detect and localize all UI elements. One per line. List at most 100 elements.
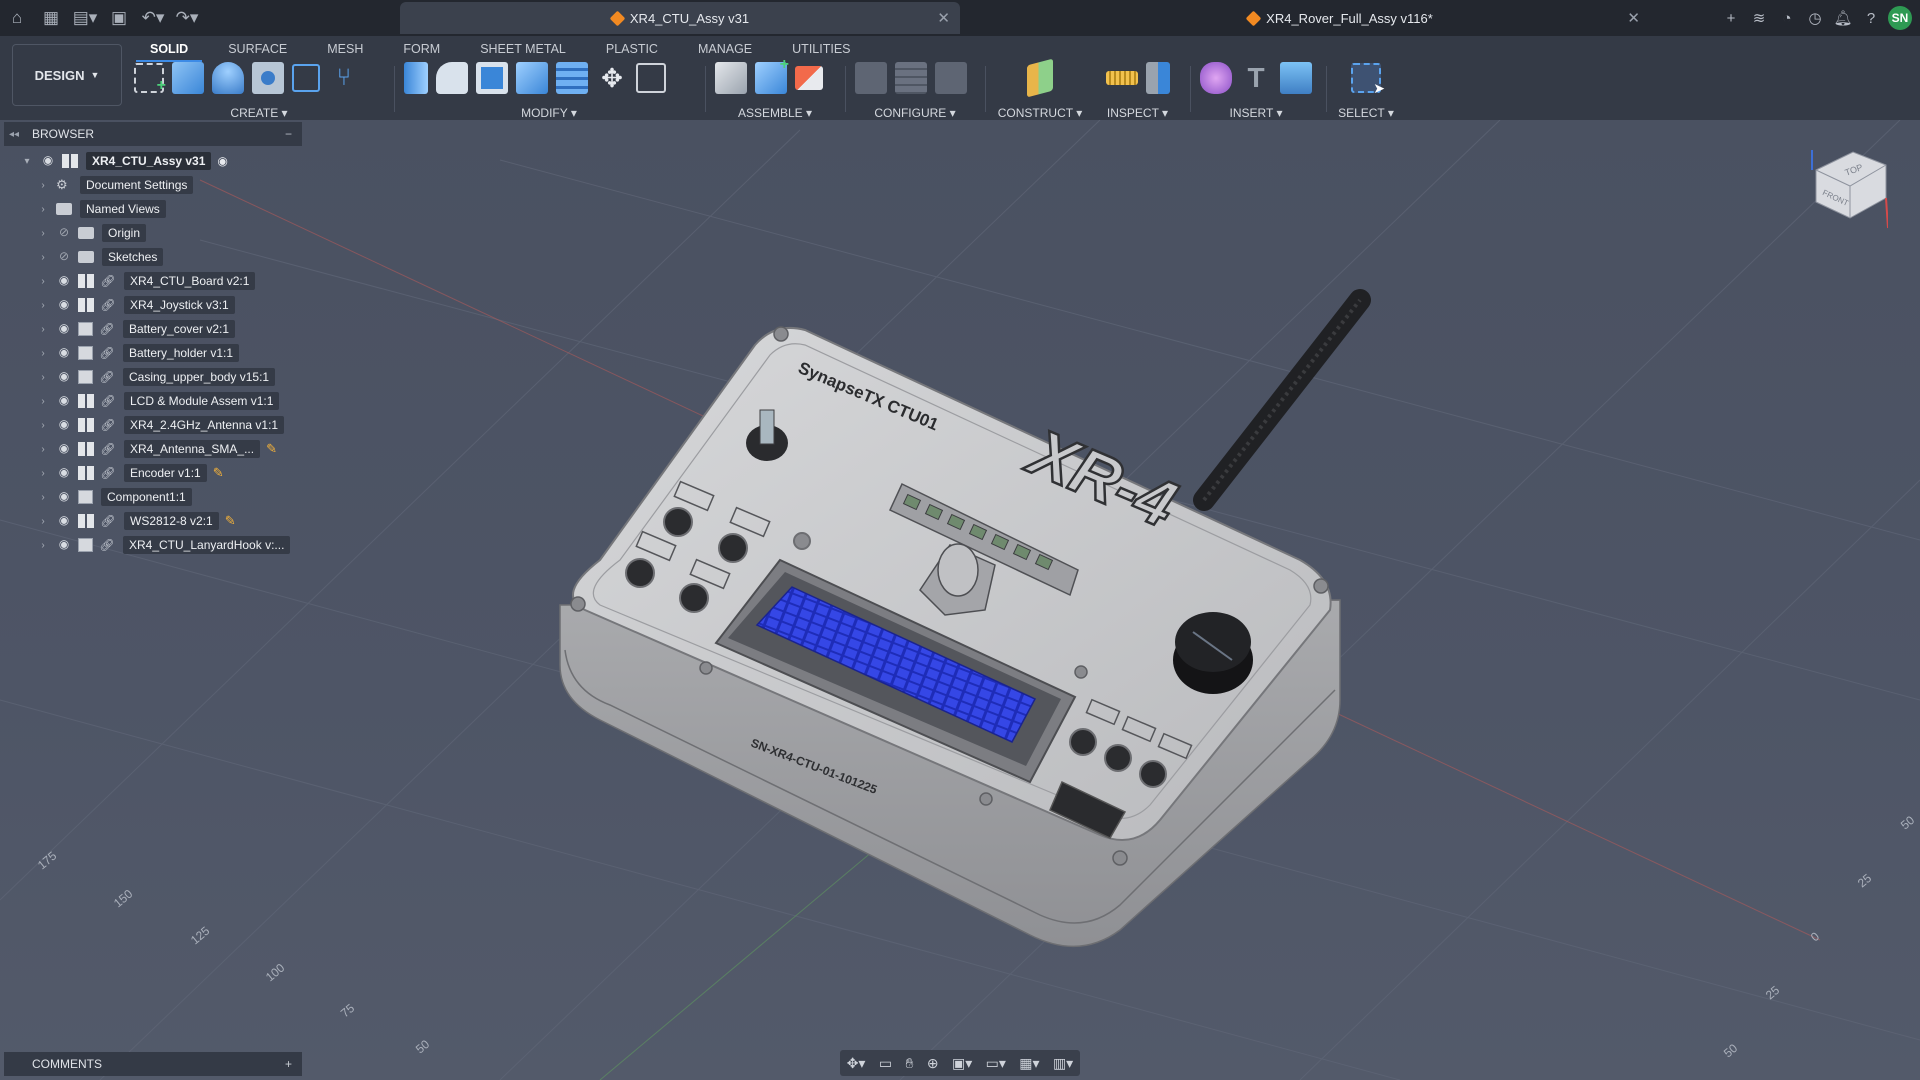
- eye-icon[interactable]: ◉: [40, 153, 56, 169]
- avatar[interactable]: SN: [1888, 6, 1912, 30]
- tree-item[interactable]: › ◉ 🔗︎ Casing_upper_body v15:1: [36, 366, 276, 388]
- new-tab-icon[interactable]: +: [1720, 10, 1742, 27]
- tree-item[interactable]: › ◉ 🔗︎ WS2812-8 v2:1 ✎: [36, 510, 236, 532]
- redo-icon[interactable]: ↷▾: [170, 0, 204, 36]
- comments-panel[interactable]: COMMENTS +: [4, 1052, 302, 1076]
- grid-settings-icon[interactable]: ▦▾: [1019, 1055, 1039, 1072]
- chevron-right-icon[interactable]: ›: [36, 276, 50, 287]
- insert-text-icon[interactable]: T: [1240, 62, 1272, 94]
- tab-manage[interactable]: MANAGE: [684, 36, 766, 60]
- chevron-right-icon[interactable]: ›: [36, 468, 50, 479]
- edit-pencil-icon[interactable]: ✎: [266, 441, 277, 457]
- rectangular-pattern-icon[interactable]: [292, 64, 320, 92]
- group-label-create[interactable]: CREATE ▾: [134, 106, 384, 120]
- tab-mesh[interactable]: MESH: [313, 36, 377, 60]
- configuration-table-icon[interactable]: [895, 62, 927, 94]
- group-label-modify[interactable]: MODIFY ▾: [404, 106, 694, 120]
- undo-icon[interactable]: ↶▾: [136, 0, 170, 36]
- fit-icon[interactable]: ▣▾: [952, 1055, 972, 1072]
- notifications-icon[interactable]: 🔔︎: [1832, 9, 1854, 27]
- tree-item[interactable]: › ◉ 🔗︎ XR4_Joystick v3:1: [36, 294, 235, 316]
- chevron-right-icon[interactable]: ›: [36, 228, 50, 239]
- section-analysis-icon[interactable]: [1145, 62, 1170, 94]
- new-component-icon[interactable]: [715, 62, 747, 94]
- eye-icon[interactable]: ◉: [56, 537, 72, 553]
- close-icon[interactable]: ✕: [937, 9, 950, 27]
- revolve-icon[interactable]: [212, 62, 244, 94]
- eye-icon[interactable]: ◉: [56, 465, 72, 481]
- tree-item[interactable]: › ◉ 🔗︎ XR4_CTU_LanyardHook v:...: [36, 534, 291, 556]
- as-built-joint-icon[interactable]: [795, 66, 823, 90]
- tree-item[interactable]: › Named Views: [36, 198, 166, 220]
- tree-item[interactable]: › ◉ 🔗︎ Battery_holder v1:1: [36, 342, 240, 364]
- chevron-right-icon[interactable]: ›: [36, 444, 50, 455]
- chevron-right-icon[interactable]: ›: [36, 180, 50, 191]
- orbit-icon[interactable]: ✥▾: [847, 1055, 866, 1072]
- chevron-right-icon[interactable]: ›: [36, 540, 50, 551]
- chevron-right-icon[interactable]: ›: [36, 204, 50, 215]
- close-icon[interactable]: ✕: [1627, 9, 1640, 27]
- chevron-right-icon[interactable]: ›: [36, 324, 50, 335]
- antenna[interactable]: [1193, 289, 1371, 511]
- tab-utilities[interactable]: UTILITIES: [778, 36, 864, 60]
- chevron-right-icon[interactable]: ›: [36, 420, 50, 431]
- file-menu-icon[interactable]: ▤▾: [68, 0, 102, 36]
- press-pull-icon[interactable]: [404, 62, 428, 94]
- document-tab-active[interactable]: XR4_CTU_Assy v31 ✕: [400, 2, 960, 34]
- view-cube[interactable]: TOP FRONT: [1808, 140, 1888, 230]
- create-form-icon[interactable]: ⑂: [328, 62, 360, 94]
- extrude-icon[interactable]: [172, 62, 204, 94]
- minimize-icon[interactable]: −: [285, 127, 292, 141]
- group-label-configure[interactable]: CONFIGURE ▾: [855, 106, 975, 120]
- display-settings-icon[interactable]: ▭▾: [986, 1055, 1006, 1072]
- apps-grid-icon[interactable]: ▦: [34, 0, 68, 36]
- offset-plane-icon[interactable]: [1027, 58, 1053, 98]
- combine-icon[interactable]: [516, 62, 548, 94]
- offset-face-icon[interactable]: [556, 62, 588, 94]
- save-icon[interactable]: ▣: [102, 0, 136, 36]
- data-panel-icon[interactable]: ≋: [1748, 9, 1770, 27]
- tree-item[interactable]: › ◉ 🔗︎ XR4_2.4GHz_Antenna v1:1: [36, 414, 285, 436]
- create-sketch-icon[interactable]: +: [134, 63, 166, 94]
- tab-sheet-metal[interactable]: SHEET METAL: [466, 36, 580, 60]
- group-label-select[interactable]: SELECT ▾: [1336, 106, 1396, 120]
- insert-canvas-icon[interactable]: [1280, 62, 1312, 94]
- hole-icon[interactable]: [252, 62, 284, 94]
- fillet-icon[interactable]: [436, 62, 468, 94]
- pan-icon[interactable]: ✋︎: [905, 1055, 913, 1072]
- joint-icon[interactable]: +: [755, 56, 789, 94]
- configuration-rule-icon[interactable]: [935, 62, 967, 94]
- window-select-icon[interactable]: ➤: [1351, 63, 1385, 96]
- add-comment-icon[interactable]: +: [285, 1057, 292, 1071]
- chevron-right-icon[interactable]: ›: [36, 396, 50, 407]
- group-label-inspect[interactable]: INSPECT ▾: [1095, 106, 1180, 120]
- configure-design-icon[interactable]: [855, 62, 887, 94]
- eye-icon[interactable]: ◉: [56, 321, 72, 337]
- tree-item[interactable]: › ◉ 🔗︎ Encoder v1:1 ✎: [36, 462, 224, 484]
- edit-pencil-icon[interactable]: ✎: [225, 513, 236, 529]
- chevron-down-icon[interactable]: ▾: [20, 156, 34, 167]
- extensions-icon[interactable]: ◔: [1776, 10, 1798, 27]
- tree-item[interactable]: › ◉ 🔗︎ XR4_Antenna_SMA_... ✎: [36, 438, 277, 460]
- chevron-right-icon[interactable]: ›: [36, 372, 50, 383]
- eye-icon[interactable]: ◉: [56, 441, 72, 457]
- help-icon[interactable]: ?: [1860, 10, 1882, 27]
- eye-icon[interactable]: ◉: [56, 489, 72, 505]
- move-copy-icon[interactable]: ✥: [596, 62, 628, 94]
- tab-plastic[interactable]: PLASTIC: [592, 36, 672, 60]
- viewports-icon[interactable]: ▥▾: [1053, 1055, 1073, 1072]
- tree-item[interactable]: › ⊘ Sketches: [36, 246, 164, 268]
- encoder-knob[interactable]: [1173, 612, 1253, 694]
- group-label-insert[interactable]: INSERT ▾: [1196, 106, 1316, 120]
- eye-icon[interactable]: ◉: [56, 297, 72, 313]
- active-marker-icon[interactable]: ◉: [217, 154, 227, 168]
- job-status-icon[interactable]: ◷: [1804, 9, 1826, 27]
- eye-icon[interactable]: ◉: [56, 369, 72, 385]
- tree-item[interactable]: › ◉ 🔗︎ XR4_CTU_Board v2:1: [36, 270, 256, 292]
- eye-icon[interactable]: ◉: [56, 393, 72, 409]
- chevron-right-icon[interactable]: ›: [36, 348, 50, 359]
- eye-hidden-icon[interactable]: ⊘: [56, 249, 72, 265]
- align-icon[interactable]: [636, 63, 666, 93]
- chevron-right-icon[interactable]: ›: [36, 516, 50, 527]
- document-tab[interactable]: XR4_Rover_Full_Assy v116* ✕: [1030, 2, 1650, 34]
